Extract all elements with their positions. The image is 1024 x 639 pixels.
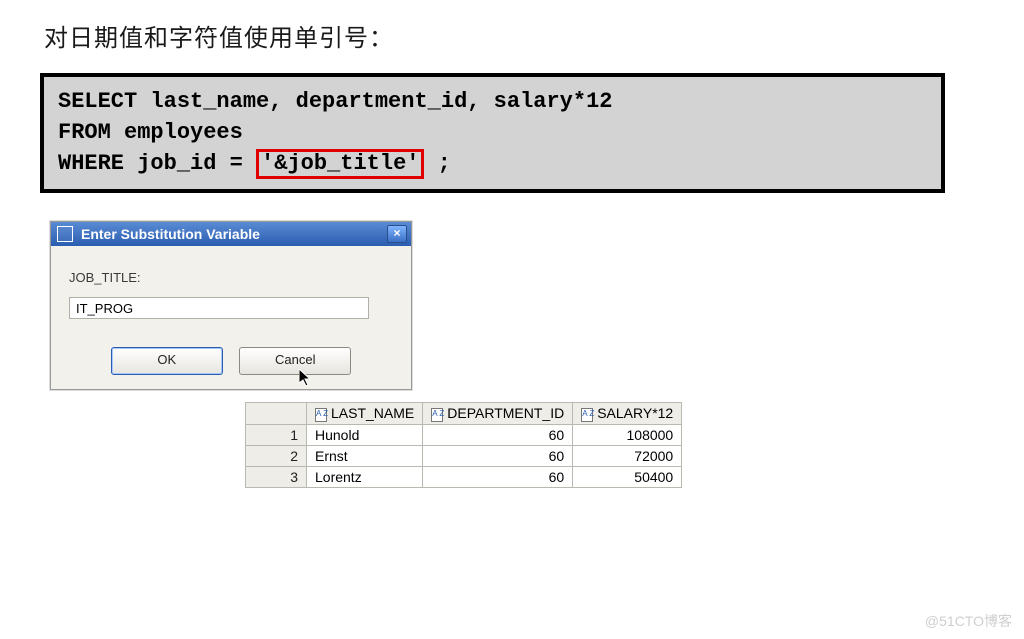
close-icon[interactable]: ×	[387, 225, 407, 243]
header-department-id[interactable]: A Z DEPARTMENT_ID	[423, 403, 573, 424]
header-department-id-label: DEPARTMENT_ID	[447, 405, 564, 421]
cell-department-id: 60	[423, 424, 573, 445]
header-salary[interactable]: A Z SALARY*12	[573, 403, 682, 424]
sql-substitution-highlight: '&job_title'	[256, 149, 424, 179]
watermark: @51CTO博客	[925, 611, 1012, 631]
sort-icon[interactable]: A Z	[315, 408, 327, 422]
job-title-input[interactable]	[69, 297, 369, 319]
dialog-button-row: OK Cancel	[69, 347, 393, 375]
sort-icon[interactable]: A Z	[581, 408, 593, 422]
cell-rownum: 1	[246, 424, 307, 445]
header-last-name[interactable]: A Z LAST_NAME	[307, 403, 423, 424]
field-label-job-title: JOB_TITLE:	[69, 270, 393, 285]
sort-icon[interactable]: A Z	[431, 408, 443, 422]
cell-last-name: Ernst	[307, 445, 423, 466]
cell-department-id: 60	[423, 445, 573, 466]
sql-where-suffix: ;	[424, 151, 450, 176]
header-salary-label: SALARY*12	[597, 405, 673, 421]
table-row[interactable]: 1 Hunold 60 108000	[246, 424, 682, 445]
sql-line-1: SELECT last_name, department_id, salary*…	[58, 87, 927, 118]
dialog-titlebar[interactable]: Enter Substitution Variable ×	[51, 222, 411, 246]
cell-department-id: 60	[423, 466, 573, 487]
sql-line-2: FROM employees	[58, 118, 927, 149]
cell-last-name: Hunold	[307, 424, 423, 445]
sql-line-3: WHERE job_id = '&job_title' ;	[58, 149, 927, 180]
cell-rownum: 2	[246, 445, 307, 466]
cell-salary: 108000	[573, 424, 682, 445]
cancel-button[interactable]: Cancel	[239, 347, 351, 375]
cell-last-name: Lorentz	[307, 466, 423, 487]
cell-salary: 50400	[573, 466, 682, 487]
sql-where-prefix: WHERE job_id =	[58, 151, 256, 176]
header-last-name-label: LAST_NAME	[331, 405, 414, 421]
substitution-dialog: Enter Substitution Variable × JOB_TITLE:…	[50, 221, 412, 390]
dialog-title: Enter Substitution Variable	[81, 226, 387, 242]
table-header-row: A Z LAST_NAME A Z DEPARTMENT_ID A Z SALARY*…	[246, 403, 682, 424]
cell-salary: 72000	[573, 445, 682, 466]
table-row[interactable]: 2 Ernst 60 72000	[246, 445, 682, 466]
ok-button[interactable]: OK	[111, 347, 223, 375]
window-icon	[57, 226, 73, 242]
page-heading: 对日期值和字符值使用单引号：	[0, 0, 1024, 53]
result-table: A Z LAST_NAME A Z DEPARTMENT_ID A Z SALARY*…	[245, 402, 682, 487]
header-rownum[interactable]	[246, 403, 307, 424]
dialog-body: JOB_TITLE: OK Cancel	[51, 246, 411, 389]
table-row[interactable]: 3 Lorentz 60 50400	[246, 466, 682, 487]
cell-rownum: 3	[246, 466, 307, 487]
sql-code-block: SELECT last_name, department_id, salary*…	[40, 73, 945, 193]
